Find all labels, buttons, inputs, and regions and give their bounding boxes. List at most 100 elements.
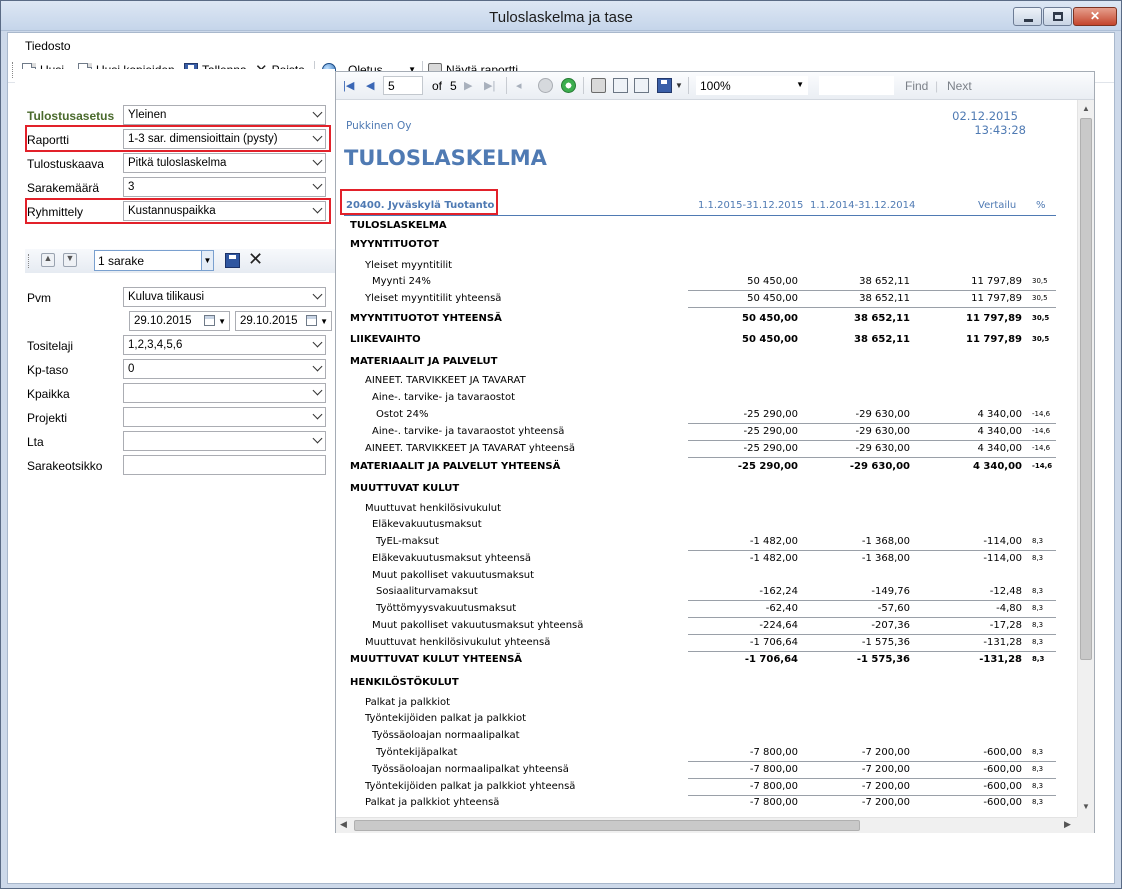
stop-icon[interactable] [538, 78, 553, 93]
horizontal-scroll-thumb[interactable] [354, 820, 860, 831]
report-row-label: Muuttuvat henkilösivukulut [365, 503, 502, 514]
project-dropdown[interactable] [123, 407, 326, 427]
app-window: Tuloslaskelma ja tase ✕ Tiedosto Uusi Uu… [0, 0, 1122, 889]
layout-dropdown[interactable]: Pitkä tuloslaskelma [123, 153, 326, 173]
column-title-input[interactable] [123, 455, 326, 475]
date-dropdown[interactable]: Kuluva tilikausi [123, 287, 326, 307]
chevron-down-icon [312, 155, 323, 166]
back-button[interactable]: ◂ [516, 79, 522, 92]
report-value-v3: -600,00 [983, 747, 1022, 758]
find-link[interactable]: Find [905, 79, 928, 93]
report-value-percent: 8,3 [1032, 638, 1044, 646]
report-value-v1: -7 800,00 [749, 764, 798, 775]
next-page-button[interactable]: ▶ [464, 79, 472, 92]
zoom-dropdown[interactable]: 100% ▼ [696, 76, 808, 95]
menu-file[interactable]: Tiedosto [25, 39, 71, 53]
cost-center-dropdown[interactable] [123, 383, 326, 403]
date-to-picker[interactable]: 29.10.2015 ▼ [235, 311, 332, 331]
menu-bar: Tiedosto [8, 33, 1114, 57]
previous-page-button[interactable]: ◀ [366, 79, 374, 92]
maximize-button[interactable] [1043, 7, 1072, 26]
report-row-label: MYYNTITUOTOT YHTEENSÄ [350, 313, 502, 324]
minimize-button[interactable] [1013, 7, 1042, 26]
page-number-input[interactable]: 5 [383, 76, 423, 95]
print-setting-dropdown[interactable]: Yleinen [123, 105, 326, 125]
of-label: of [432, 79, 443, 93]
report-value-v3: -600,00 [983, 781, 1022, 792]
zoom-value: 100% [700, 79, 731, 93]
report-row-label: Työntekijöiden palkat ja palkkiot [365, 713, 527, 724]
horizontal-scrollbar[interactable]: ◀ ▶ [336, 817, 1077, 833]
move-up-button[interactable]: ▲ [41, 253, 55, 267]
find-next-link[interactable]: Next [947, 79, 972, 93]
report-value-v1: -7 800,00 [749, 781, 798, 792]
toolbar-grip[interactable] [28, 254, 31, 268]
date-value: Kuluva tilikausi [128, 291, 205, 303]
report-value-v3: 11 797,89 [966, 334, 1022, 345]
scroll-right-icon[interactable]: ▶ [1064, 819, 1071, 830]
scroll-down-icon[interactable]: ▼ [1082, 802, 1090, 811]
chevron-down-icon [312, 337, 323, 348]
chevron-down-icon: ▼ [218, 317, 226, 326]
report-value-v1: 50 450,00 [747, 293, 798, 304]
last-page-button[interactable]: ▶| [484, 79, 495, 92]
report-row-label: Muut pakolliset vakuutusmaksut [372, 570, 535, 581]
cc-level-dropdown[interactable]: 0 [123, 359, 326, 379]
close-button[interactable]: ✕ [1073, 7, 1117, 26]
layout-row: Tulostuskaava Pitkä tuloslaskelma [15, 153, 333, 174]
save-column-button[interactable] [225, 253, 240, 268]
cc-level-value: 0 [128, 363, 135, 375]
chevron-down-icon[interactable]: ▼ [201, 251, 213, 270]
minimize-icon [1024, 19, 1033, 22]
first-page-button[interactable]: |◀ [343, 79, 354, 92]
voucher-type-row: Tositelaji 1,2,3,4,5,6 [15, 335, 333, 356]
print-setting-value: Yleinen [128, 109, 167, 121]
scroll-left-icon[interactable]: ◀ [340, 819, 347, 830]
report-value-percent: 8,3 [1032, 655, 1045, 663]
page-setup-icon[interactable] [634, 78, 649, 93]
layout-value: Pitkä tuloslaskelma [128, 157, 227, 169]
report-value-percent: -14,6 [1032, 410, 1051, 418]
delete-column-button[interactable]: ✕ [248, 249, 263, 270]
report-value-percent: 8,3 [1032, 554, 1044, 562]
maximize-icon [1053, 12, 1063, 21]
chevron-down-icon [312, 361, 323, 372]
report-value-v1: -1 706,64 [744, 654, 798, 665]
vertical-scroll-thumb[interactable] [1080, 118, 1092, 660]
move-down-button[interactable]: ▼ [63, 253, 77, 267]
find-input[interactable] [819, 76, 894, 95]
vertical-scrollbar[interactable]: ▲ ▼ [1077, 100, 1094, 817]
voucher-type-dropdown[interactable]: 1,2,3,4,5,6 [123, 335, 326, 355]
report-value-v3: -114,00 [983, 536, 1022, 547]
report-value-percent: 30,5 [1032, 294, 1048, 302]
report-date: 02.12.2015 [952, 109, 1018, 123]
report-row-label: Muut pakolliset vakuutusmaksut yhteensä [372, 620, 584, 631]
calendar-icon[interactable] [306, 315, 317, 326]
chevron-down-icon [312, 433, 323, 444]
report-value-v1: -1 706,64 [749, 637, 798, 648]
refresh-icon[interactable] [561, 78, 576, 93]
report-value-v3: -4,80 [996, 603, 1022, 614]
export-icon[interactable] [657, 78, 672, 93]
window-title: Tuloslaskelma ja tase [489, 9, 633, 26]
lta-dropdown[interactable] [123, 431, 326, 451]
report-row-label: Aine-. tarvike- ja tavaraostot [372, 392, 516, 403]
print-layout-icon[interactable] [613, 78, 628, 93]
chevron-down-icon[interactable]: ▼ [675, 81, 683, 90]
report-value-v1: -25 290,00 [743, 409, 798, 420]
report-value-percent: -14,6 [1032, 444, 1051, 452]
report-value-v2: -7 200,00 [861, 781, 910, 792]
calendar-icon[interactable] [204, 315, 215, 326]
scroll-up-icon[interactable]: ▲ [1082, 104, 1090, 113]
report-value-v2: -7 200,00 [861, 797, 910, 808]
report-row-label: Yleiset myyntitilit yhteensä [365, 293, 502, 304]
viewer-toolbar: |◀ ◀ 5 of 5 ▶ ▶| ◂ ▼ 100% ▼ Find | Next [336, 72, 1094, 100]
column-header-previous: 1.1.2014-31.12.2014 [810, 200, 916, 211]
project-label: Projekti [27, 411, 68, 425]
column-selector[interactable]: 1 sarake ▼ [94, 250, 214, 271]
print-icon[interactable] [591, 78, 606, 93]
report-value-v2: 38 652,11 [854, 313, 910, 324]
date-from-picker[interactable]: 29.10.2015 ▼ [129, 311, 230, 331]
report-value-v3: 11 797,89 [971, 293, 1022, 304]
columns-dropdown[interactable]: 3 [123, 177, 326, 197]
